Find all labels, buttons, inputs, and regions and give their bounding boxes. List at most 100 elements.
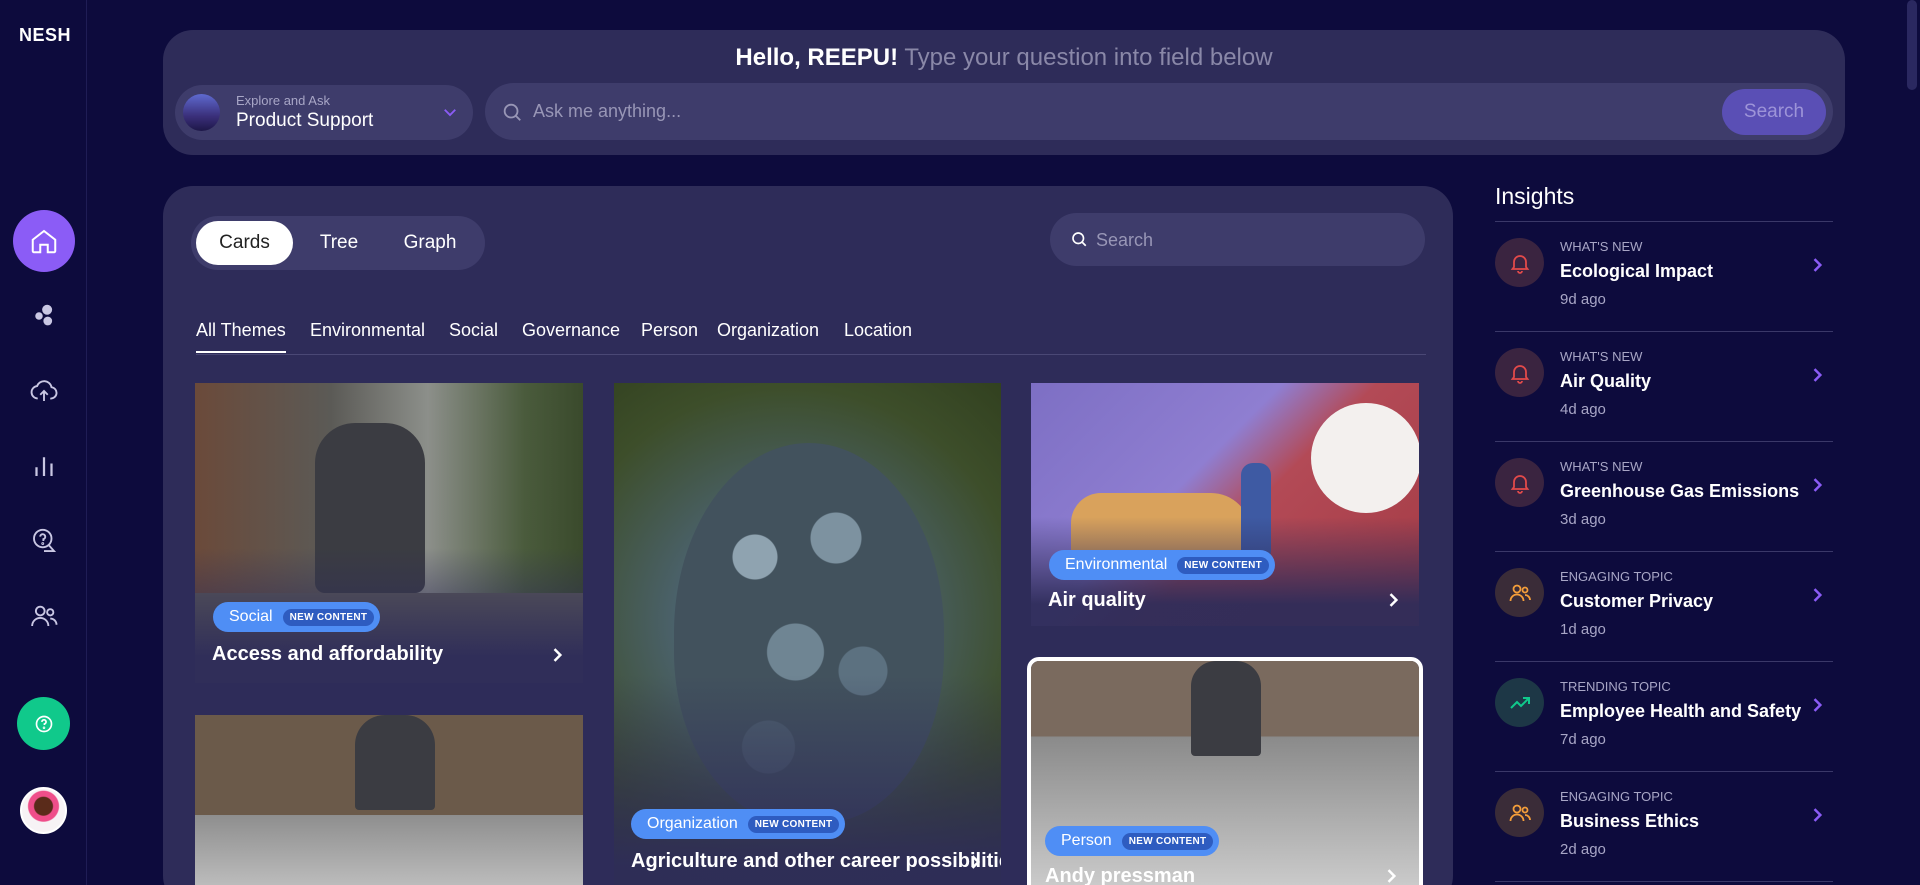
search-icon [503,103,521,121]
insight-name: Customer Privacy [1560,591,1714,611]
chevron-right-icon [971,855,981,869]
insight-item[interactable]: TRENDING TOPIC Employee Health and Safet… [1495,662,1833,772]
tag-label: Social [229,608,273,625]
chevron-right-icon [1387,869,1397,883]
tag-label: Person [1061,832,1112,849]
ask-input[interactable] [533,94,1683,129]
insight-kind: TRENDING TOPIC [1560,679,1671,694]
tab-location[interactable]: Location [844,320,912,341]
ask-search-button[interactable]: Search [1722,89,1826,135]
card-access-affordability[interactable]: Social NEW CONTENT Access and affordabil… [195,383,583,683]
insight-name: Greenhouse Gas Emissions [1560,481,1800,501]
nav-questions[interactable] [13,510,75,572]
insight-item[interactable]: ENGAGING TOPIC Customer Privacy 1d ago [1495,552,1833,662]
tag-environmental: Environmental NEW CONTENT [1049,550,1276,580]
nav-analytics[interactable] [13,435,75,497]
insight-kind: ENGAGING TOPIC [1560,789,1673,804]
chevron-right-icon [1389,593,1399,607]
upload-cloud-icon [30,380,58,401]
sidebar: NESH [0,0,87,885]
chevron-right-icon [1813,368,1823,382]
new-content-badge: NEW CONTENT [282,608,375,626]
source-value: Product Support [236,110,374,131]
view-toggle: Cards Tree Graph [191,216,485,270]
tab-person[interactable]: Person [641,320,698,341]
users-icon [31,605,58,627]
insight-age: 2d ago [1560,841,1606,858]
card-agriculture[interactable]: Organization NEW CONTENT Agriculture and… [614,383,1001,885]
greeting-text: Hello, REEPU! [735,44,899,71]
chat-question-icon [33,528,57,552]
card-partial[interactable] [195,715,583,885]
bubbles-icon [35,304,53,326]
insight-age: 1d ago [1560,621,1606,638]
insight-name: Air Quality [1560,371,1652,391]
insight-kind: WHAT'S NEW [1560,349,1643,364]
page-scrollbar[interactable] [1907,0,1917,90]
theme-tabs: All Themes Environmental Social Governan… [196,320,1426,355]
nav-home[interactable] [13,210,75,272]
content-panel: Cards Tree Graph All Themes Environmenta… [163,186,1453,885]
nav-upload[interactable] [13,360,75,422]
new-content-badge: NEW CONTENT [1177,556,1270,574]
help-circle-icon [35,715,52,732]
tab-environmental[interactable]: Environmental [310,320,425,341]
chevron-right-icon [1813,478,1823,492]
insight-icon-wrap [1495,238,1544,287]
insight-kind: ENGAGING TOPIC [1560,569,1673,584]
content-search-input[interactable] [1096,225,1396,255]
app-logo: NESH [19,25,72,45]
ask-panel: Hello, REEPU! Type your question into fi… [163,30,1845,155]
ask-bar: Search [485,83,1833,140]
bar-chart-icon [35,457,53,476]
chevron-right-icon [1813,698,1823,712]
card-andy-pressman[interactable]: Person NEW CONTENT Andy pressman [1027,657,1423,885]
view-graph[interactable]: Graph [383,221,477,265]
bell-icon [1510,364,1529,384]
new-content-badge: NEW CONTENT [1121,832,1214,850]
tab-social[interactable]: Social [449,320,498,341]
help-button[interactable] [17,697,70,750]
insight-icon-wrap [1495,348,1544,397]
insight-icon-wrap [1495,458,1544,507]
tag-social: Social NEW CONTENT [213,602,381,632]
chevron-right-icon [1813,588,1823,602]
card-title: Andy pressman [1045,865,1196,885]
tab-organization[interactable]: Organization [717,320,819,341]
users-icon [1509,804,1531,821]
content-search [1050,213,1425,266]
nav-users[interactable] [13,585,75,647]
insight-item[interactable]: ENGAGING TOPIC Business Ethics 2d ago [1495,772,1833,882]
view-tree[interactable]: Tree [299,221,379,265]
insight-item[interactable]: WHAT'S NEW Air Quality 4d ago [1495,332,1833,442]
users-icon [1509,584,1531,601]
source-avatar [183,94,220,131]
insight-name: Employee Health and Safety [1560,701,1802,721]
tag-label: Environmental [1065,556,1168,573]
tab-governance[interactable]: Governance [522,320,620,341]
insight-item[interactable]: WHAT'S NEW Ecological Impact 9d ago [1495,222,1833,332]
insight-name: Business Ethics [1560,811,1700,831]
trending-up-icon [1509,696,1530,709]
source-label: Explore and Ask [236,93,330,108]
greeting-subtitle: Type your question into field below [904,44,1273,71]
search-icon [1072,232,1087,247]
insight-kind: WHAT'S NEW [1560,239,1643,254]
tab-all-themes[interactable]: All Themes [196,320,286,353]
insight-age: 3d ago [1560,511,1606,528]
greeting: Hello, REEPU! Type your question into fi… [163,44,1845,72]
insight-kind: WHAT'S NEW [1560,459,1643,474]
nav-knowledge[interactable] [13,285,75,347]
user-avatar[interactable] [20,787,67,834]
card-air-quality[interactable]: Environmental NEW CONTENT Air quality [1031,383,1419,626]
source-dropdown[interactable]: Explore and Ask Product Support [175,85,473,140]
card-image [195,715,583,885]
new-content-badge: NEW CONTENT [747,815,840,833]
insight-icon-wrap [1495,678,1544,727]
view-cards[interactable]: Cards [196,221,293,265]
card-title: Access and affordability [212,643,444,665]
chevron-right-icon [1813,258,1823,272]
insight-item[interactable]: WHAT'S NEW Greenhouse Gas Emissions 3d a… [1495,442,1833,552]
insights-title: Insights [1495,183,1575,209]
card-title: Agriculture and other career possibiliti… [631,850,1001,872]
